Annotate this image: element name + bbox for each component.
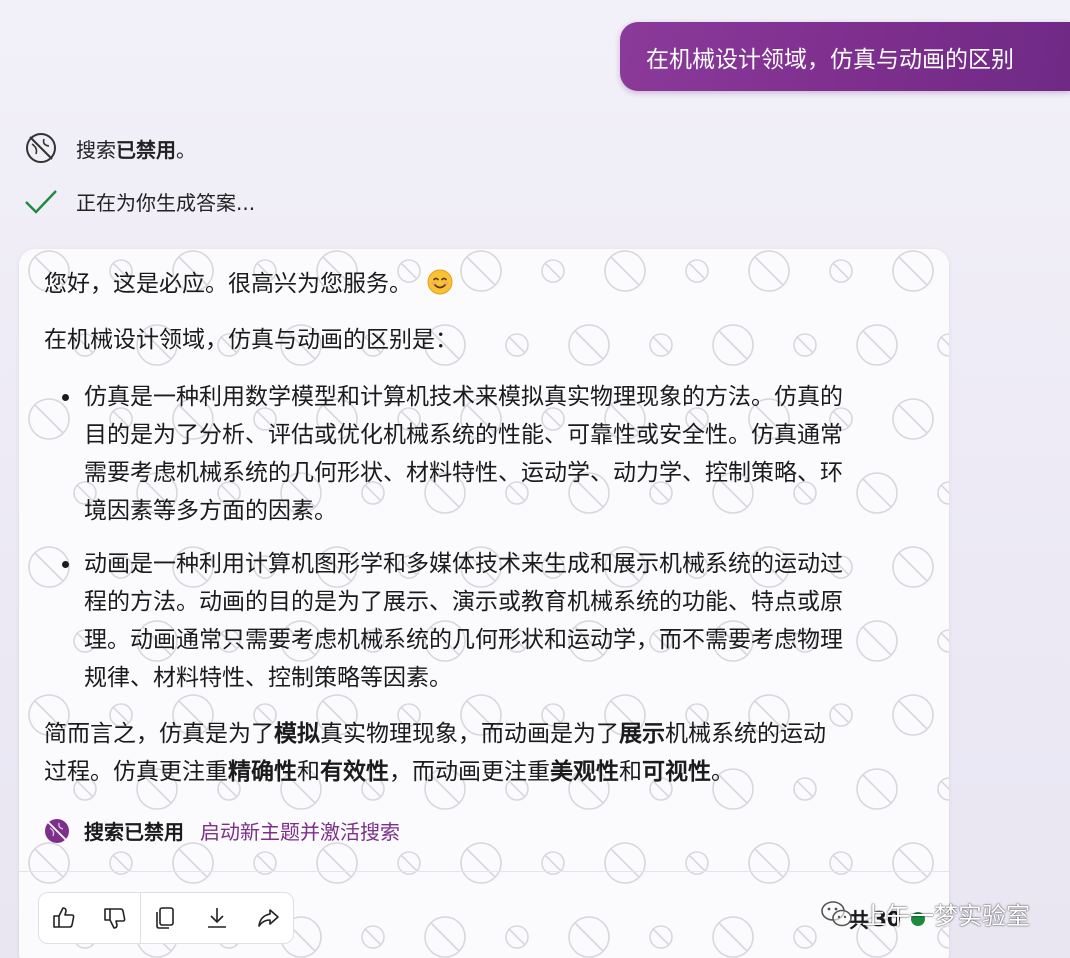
watermark-glyph xyxy=(793,333,817,357)
watermark-glyph xyxy=(937,777,949,801)
wechat-icon xyxy=(821,900,852,926)
watermark-glyph xyxy=(568,916,610,958)
watermark-glyph xyxy=(604,842,646,884)
watermark-glyph xyxy=(793,925,817,949)
generating-status-row: 正在为你生成答案... xyxy=(24,184,255,218)
search-status-bold: 已禁用 xyxy=(116,137,176,162)
watermark-glyph xyxy=(937,481,949,505)
bullet-line: 仿真是一种利用数学模型和计算机技术来模拟真实物理现象的方法。仿真的 xyxy=(84,384,843,410)
watermark-glyph xyxy=(892,694,934,736)
watermark-glyph xyxy=(856,324,898,366)
watermark-glyph xyxy=(685,259,709,283)
watermark-glyph xyxy=(361,925,385,949)
share-button[interactable] xyxy=(242,893,293,943)
watermark-glyph xyxy=(568,324,610,366)
summary-text: 过程。仿真更注重 xyxy=(44,759,228,785)
watermark-glyph xyxy=(28,842,70,884)
check-icon xyxy=(24,184,58,218)
smile-emoji-icon xyxy=(427,269,453,295)
bullet-dot xyxy=(62,394,69,401)
watermark-glyph xyxy=(937,629,949,653)
summary-text: 。 xyxy=(711,759,734,785)
watermark-glyph xyxy=(505,333,529,357)
watermark-glyph xyxy=(937,333,949,357)
search-disabled-icon xyxy=(45,818,69,843)
bold-term: 精确性 xyxy=(228,759,297,785)
watermark-glyph xyxy=(649,925,673,949)
share-icon xyxy=(257,909,279,927)
watermark-glyph xyxy=(892,842,934,884)
watermark-glyph xyxy=(541,259,565,283)
summary-text: ，而动画更注重 xyxy=(389,759,550,785)
watermark-glyph xyxy=(712,324,754,366)
download-icon xyxy=(208,908,227,928)
bullet-animation: 动画是一种利用计算机图形学和多媒体技术来生成和展示机械系统的运动过 程的方法。动… xyxy=(62,545,924,697)
search-status-prefix: 搜索 xyxy=(76,137,116,162)
bullet-line: 动画是一种利用计算机图形学和多媒体技术来生成和展示机械系统的运动过 xyxy=(84,551,843,577)
thumbs-up-icon xyxy=(53,907,75,928)
thumbs-down-icon xyxy=(104,908,126,929)
watermark-glyph xyxy=(505,925,529,949)
copy-icon xyxy=(156,907,175,929)
watermark-glyph xyxy=(460,250,502,292)
bold-term: 模拟 xyxy=(274,721,320,747)
user-message-text: 在机械设计领域，仿真与动画的区别 xyxy=(646,46,1014,73)
summary-line-1: 简而言之，仿真是为了模拟真实物理现象，而动画是为了展示机械系统的运动 xyxy=(44,715,826,753)
wechat-watermark: 上午一梦实验室 xyxy=(820,896,1030,931)
download-button[interactable] xyxy=(192,893,243,943)
summary-line-2: 过程。仿真更注重精确性和有效性，而动画更注重美观性和可视性。 xyxy=(44,753,734,791)
watermark-glyph xyxy=(28,398,70,440)
bold-term: 展示 xyxy=(619,721,665,747)
bullet-simulation: 仿真是一种利用数学模型和计算机技术来模拟真实物理现象的方法。仿真的 目的是为了分… xyxy=(62,378,924,530)
search-disabled-icon xyxy=(24,131,58,165)
watermark-glyph xyxy=(712,916,754,958)
watermark-text: 上午一梦实验室 xyxy=(862,902,1030,930)
answer-card: 您好，这是必应。很高兴为您服务。 在机械设计领域，仿真与动画的区别是： 仿真是一… xyxy=(19,249,949,958)
watermark-glyph xyxy=(460,842,502,884)
watermark-glyph xyxy=(649,333,673,357)
summary-text: 和 xyxy=(619,759,642,785)
user-message-bubble: 在机械设计领域，仿真与动画的区别 xyxy=(620,22,1070,91)
bold-term: 可视性 xyxy=(642,759,711,785)
dislike-button[interactable] xyxy=(90,893,141,943)
summary-text: 和 xyxy=(297,759,320,785)
greeting-text: 您好，这是必应。很高兴为您服务。 xyxy=(44,271,412,297)
feedback-toolbar xyxy=(38,892,294,944)
bullet-line: 境因素等多方面的因素。 xyxy=(84,498,337,524)
watermark-glyph xyxy=(424,916,466,958)
search-status-row: 搜索 已禁用。 xyxy=(24,131,196,165)
new-topic-link[interactable]: 启动新主题并激活搜索 xyxy=(200,816,400,845)
summary-text: 简而言之，仿真是为了 xyxy=(44,721,274,747)
bullet-line: 需要考虑机械系统的几何形状、材料特性、运动学、动力学、控制策略、环 xyxy=(84,460,843,486)
intro-paragraph: 在机械设计领域，仿真与动画的区别是： xyxy=(44,327,458,353)
watermark-glyph xyxy=(748,842,790,884)
watermark-glyph xyxy=(892,250,934,292)
greeting-paragraph: 您好，这是必应。很高兴为您服务。 xyxy=(44,265,453,303)
watermark-glyph xyxy=(793,777,817,801)
watermark-glyph xyxy=(604,250,646,292)
watermark-glyph xyxy=(748,250,790,292)
card-divider xyxy=(19,871,949,872)
watermark-glyph xyxy=(856,768,898,810)
copy-button[interactable] xyxy=(141,893,192,943)
generating-status-text: 正在为你生成答案... xyxy=(76,190,256,215)
watermark-glyph xyxy=(829,259,853,283)
bold-term: 有效性 xyxy=(320,759,389,785)
bullet-line: 目的是为了分析、评估或优化机械系统的性能、可靠性或安全性。仿真通常 xyxy=(84,422,843,448)
summary-text: 真实物理现象，而动画是为了 xyxy=(320,721,619,747)
bullet-line: 程的方法。动画的目的是为了展示、演示或教育机械系统的功能、特点或原 xyxy=(84,589,843,615)
bold-term: 美观性 xyxy=(550,759,619,785)
watermark-glyph xyxy=(172,842,214,884)
search-status-suffix: 。 xyxy=(176,137,196,162)
bullet-line: 规律、材料特性、控制策略等因素。 xyxy=(84,665,452,691)
like-button[interactable] xyxy=(39,893,90,943)
search-disabled-row: 搜索已禁用 启动新主题并激活搜索 xyxy=(44,816,400,845)
summary-text: 机械系统的运动 xyxy=(665,721,826,747)
bullet-line: 理。动画通常只需要考虑机械系统的几何形状和运动学，而不需要考虑物理 xyxy=(84,627,843,653)
bullet-dot xyxy=(62,561,69,568)
search-disabled-label: 搜索已禁用 xyxy=(84,820,184,844)
watermark-glyph xyxy=(829,703,853,727)
watermark-glyph xyxy=(316,842,358,884)
